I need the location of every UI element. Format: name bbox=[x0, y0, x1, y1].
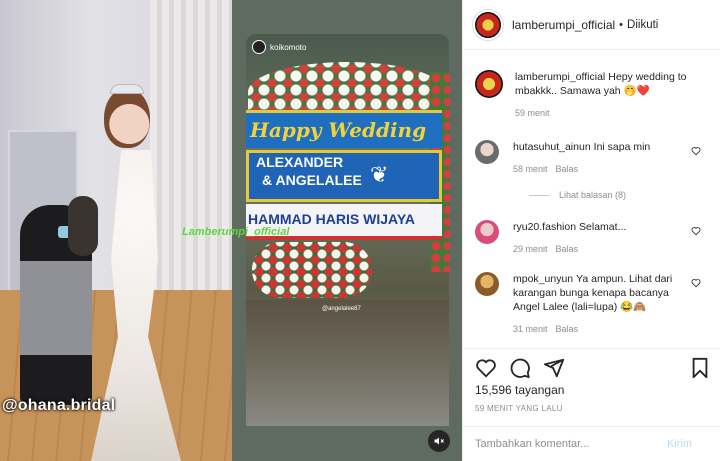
comment-username[interactable]: lamberumpi_official bbox=[515, 71, 605, 83]
story-tag: @angelalee87 bbox=[322, 306, 361, 312]
mute-icon bbox=[434, 437, 444, 445]
instagram-post: @ohana.bridal Happy Wedding ALEXANDER & … bbox=[0, 0, 720, 461]
avatar[interactable] bbox=[473, 9, 503, 40]
send-button[interactable]: Kirim bbox=[667, 438, 692, 450]
sender-text: HAMMAD HARIS WIJAYA bbox=[248, 211, 415, 227]
post-actions: 15,596 tayangan 59 MENIT YANG LALU bbox=[463, 348, 720, 426]
comment-icon[interactable] bbox=[509, 357, 531, 379]
avatar[interactable] bbox=[475, 220, 499, 244]
post-header: lamberumpi_official • Diikuti bbox=[463, 0, 720, 50]
comment-username[interactable]: ryu20.fashion bbox=[513, 221, 576, 233]
comment-text: Ini sapa min bbox=[593, 141, 651, 153]
reply-button[interactable]: Balas bbox=[556, 244, 579, 254]
post-sidebar: lamberumpi_official • Diikuti lamberumpi… bbox=[462, 0, 720, 461]
names-line-1: ALEXANDER bbox=[256, 154, 344, 170]
banner-text: Happy Wedding bbox=[250, 118, 427, 142]
comment-item: hutasuhut_ainun Ini sapa min 58 menit Bala… bbox=[475, 140, 711, 176]
like-comment-heart-icon[interactable] bbox=[691, 226, 701, 236]
names-line-2: & ANGELALEE bbox=[262, 172, 362, 188]
comment-time: 59 menit bbox=[515, 108, 550, 118]
share-icon[interactable] bbox=[543, 357, 565, 379]
comments-list[interactable]: lamberumpi_official Hepy wedding to mbakk… bbox=[463, 50, 720, 348]
comment-time: 29 menit bbox=[513, 244, 548, 254]
view-replies[interactable]: Lihat balasan (8) bbox=[529, 190, 626, 200]
comment-time: 58 menit bbox=[513, 164, 548, 174]
like-comment-heart-icon[interactable] bbox=[691, 146, 701, 156]
avatar[interactable] bbox=[475, 272, 499, 296]
bridal-tag: @ohana.bridal bbox=[2, 397, 116, 414]
comment-text: Selamat... bbox=[579, 221, 627, 233]
caption: lamberumpi_official Hepy wedding to mbakk… bbox=[475, 70, 711, 120]
header-username[interactable]: lamberumpi_official bbox=[512, 18, 615, 32]
reply-button[interactable]: Balas bbox=[556, 164, 579, 174]
reply-button[interactable]: Balas bbox=[556, 324, 579, 334]
comment-composer: Kirim bbox=[463, 426, 720, 461]
tiara bbox=[110, 84, 144, 94]
mute-button[interactable] bbox=[428, 430, 450, 452]
separator-dot: • bbox=[619, 18, 624, 31]
comment-input[interactable] bbox=[475, 438, 665, 450]
avatar[interactable] bbox=[475, 70, 503, 98]
avatar[interactable] bbox=[475, 140, 499, 164]
comment-username[interactable]: hutasuhut_ainun bbox=[513, 141, 591, 153]
follow-status[interactable]: Diikuti bbox=[627, 19, 658, 31]
bookmark-icon[interactable] bbox=[689, 357, 711, 379]
story-user: koikomoto bbox=[252, 40, 306, 54]
watermark: Lamberumpi_official bbox=[182, 226, 290, 238]
butterfly-icon: ❦ bbox=[370, 162, 389, 187]
post-media[interactable]: @ohana.bridal Happy Wedding ALEXANDER & … bbox=[0, 0, 462, 461]
comment-item: mpok_unyun Ya ampun. Lihat dari karangan … bbox=[475, 272, 711, 336]
like-comment-heart-icon[interactable] bbox=[691, 278, 701, 288]
story-avatar bbox=[252, 40, 266, 54]
comment-time: 31 menit bbox=[513, 324, 548, 334]
view-count[interactable]: 15,596 tayangan bbox=[475, 383, 564, 397]
comment-item: ryu20.fashion Selamat... 29 menit Balas bbox=[475, 220, 711, 256]
post-timestamp: 59 MENIT YANG LALU bbox=[475, 404, 563, 413]
heart-icon[interactable] bbox=[475, 357, 497, 379]
comment-username[interactable]: mpok_unyun bbox=[513, 273, 573, 285]
